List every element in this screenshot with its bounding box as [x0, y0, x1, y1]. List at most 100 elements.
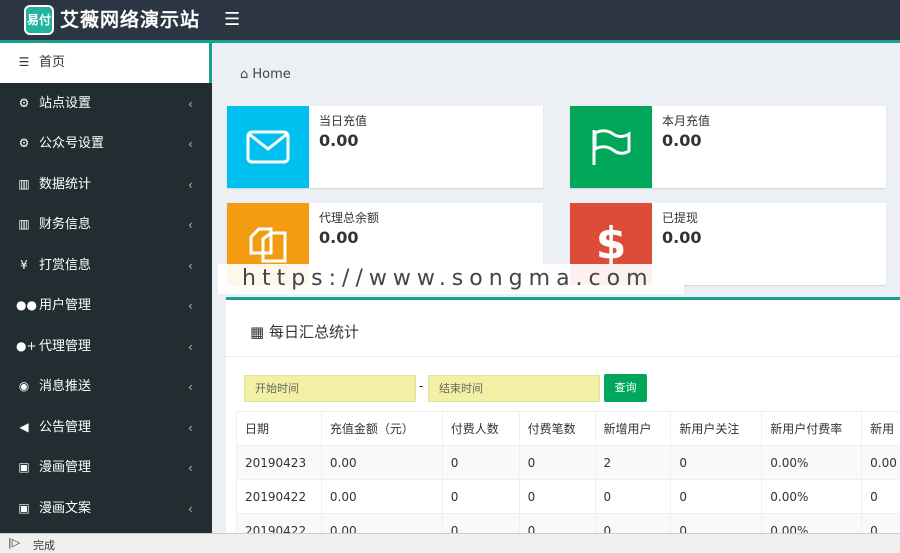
status-text: 完成: [33, 539, 55, 552]
table-header-row: 日期 充值金额（元） 付费人数 付费笔数 新增用户 新用户关注 新用户付费率 新…: [236, 411, 900, 446]
sidebar-item-wechat-settings[interactable]: ⚙ 公众号设置 ‹: [0, 124, 212, 164]
list-icon: ☰: [18, 55, 30, 69]
sidebar-item-site-settings[interactable]: ⚙ 站点设置 ‹: [0, 84, 212, 124]
hamburger-icon[interactable]: ☰: [224, 10, 240, 30]
daily-summary-panel: ▦ 每日汇总统计 开始时间 - 结束时间 查询 日期 充值金额（元） 付费人数 …: [226, 297, 900, 548]
column-header[interactable]: 日期: [236, 411, 322, 446]
breadcrumb: ⌂ Home: [240, 67, 291, 82]
column-header[interactable]: 付费笔数: [518, 411, 596, 446]
table-cell: 0.00: [861, 445, 900, 480]
sidebar-item-messages[interactable]: ◉ 消息推送 ‹: [0, 367, 212, 407]
table-cell: 0.00%: [761, 445, 863, 480]
sidebar-item-label: 打赏信息: [39, 258, 92, 273]
watermark: https://www.songma.com: [218, 264, 684, 294]
chevron-left-icon: ‹: [188, 178, 193, 192]
table-cell: 0: [861, 479, 900, 514]
envelope-icon: [227, 106, 309, 188]
table-cell: 0: [518, 479, 596, 514]
start-date-input[interactable]: 开始时间: [244, 375, 416, 402]
stat-value: 0.00: [662, 228, 702, 247]
sidebar-item-comics[interactable]: ▣ 漫画管理 ‹: [0, 448, 212, 488]
bar-chart-icon: ▥: [18, 177, 30, 191]
column-header[interactable]: 新用户关注: [670, 411, 763, 446]
stat-label: 代理总余额: [319, 211, 380, 225]
sidebar-item-comic-copy[interactable]: ▣ 漫画文案 ‹: [0, 489, 212, 529]
query-button[interactable]: 查询: [604, 374, 647, 402]
table-cell: 20190423: [236, 445, 322, 480]
chevron-left-icon: ‹: [188, 461, 193, 475]
stat-card-today-recharge: 当日充值 0.00: [227, 106, 543, 188]
flag-icon: [570, 106, 652, 188]
chevron-left-icon: ‹: [188, 502, 193, 516]
column-header[interactable]: 新用: [861, 411, 900, 446]
sidebar-item-tips[interactable]: ¥ 打赏信息 ‹: [0, 246, 212, 286]
panel-title: ▦ 每日汇总统计: [250, 321, 359, 342]
stat-value: 0.00: [319, 131, 359, 150]
home-icon: ⌂: [240, 67, 249, 82]
table-row: 20190422 0.00 0 0 0 0 0.00% 0: [236, 479, 900, 514]
table-row: 20190423 0.00 0 0 2 0 0.00% 0.00: [236, 445, 900, 480]
panel-title-text: 每日汇总统计: [268, 323, 359, 341]
table-cell: 0: [670, 479, 763, 514]
breadcrumb-home[interactable]: Home: [252, 67, 290, 82]
sidebar-item-label: 用户管理: [39, 298, 92, 313]
daily-stats-table: 日期 充值金额（元） 付费人数 付费笔数 新增用户 新用户关注 新用户付费率 新…: [236, 411, 900, 548]
main-content: ⌂ Home 当日充值 0.00 本月充值 0.00 代理总余额 0.00 $ …: [212, 43, 900, 548]
sidebar-item-label: 首页: [39, 55, 66, 70]
table-cell: 0.00%: [761, 479, 863, 514]
chevron-left-icon: ‹: [188, 137, 193, 151]
end-date-input[interactable]: 结束时间: [428, 375, 600, 402]
image-icon: ▣: [18, 501, 30, 515]
table-cell: 0.00: [320, 445, 443, 480]
divider: [226, 356, 900, 357]
column-header[interactable]: 充值金额（元）: [320, 411, 443, 446]
column-header[interactable]: 新增用户: [594, 411, 672, 446]
sidebar-item-label: 财务信息: [39, 217, 92, 232]
top-navbar: 易付 艾薇网络演示站 ☰: [0, 0, 900, 43]
site-logo[interactable]: 易付: [24, 5, 54, 35]
chevron-left-icon: ‹: [188, 259, 193, 273]
chevron-left-icon: ‹: [188, 97, 193, 111]
sidebar-item-label: 漫画管理: [39, 460, 92, 475]
stat-label: 已提现: [662, 211, 699, 225]
yen-icon: ¥: [20, 258, 28, 272]
sidebar-item-label: 数据统计: [39, 177, 92, 192]
sidebar: ☰ 首页 ⚙ 站点设置 ‹ ⚙ 公众号设置 ‹ ▥ 数据统计 ‹ ▥ 财务信息 …: [0, 43, 212, 533]
table-cell: 0.00: [320, 479, 443, 514]
chevron-left-icon: ‹: [188, 340, 193, 354]
sidebar-item-home[interactable]: ☰ 首页: [0, 43, 212, 83]
chevron-left-icon: ‹: [188, 299, 193, 313]
sidebar-item-users[interactable]: ●● 用户管理 ‹: [0, 286, 212, 326]
sidebar-item-announcements[interactable]: ◀ 公告管理 ‹: [0, 408, 212, 448]
sidebar-item-data-stats[interactable]: ▥ 数据统计 ‹: [0, 165, 212, 205]
bar-chart-icon: ▥: [18, 217, 30, 231]
comment-icon: ◉: [18, 379, 30, 393]
sidebar-item-label: 漫画文案: [39, 501, 92, 516]
column-header[interactable]: 付费人数: [441, 411, 520, 446]
gears-icon: ⚙: [18, 136, 30, 150]
image-icon: ▣: [18, 460, 30, 474]
gear-icon: ⚙: [18, 96, 30, 110]
table-cell: 0: [441, 445, 520, 480]
stat-value: 0.00: [662, 131, 702, 150]
chevron-left-icon: ‹: [188, 218, 193, 232]
bullhorn-icon: ◀: [19, 420, 29, 434]
table-cell: 0: [594, 479, 672, 514]
stat-value: 0.00: [319, 228, 359, 247]
table-cell: 0: [518, 445, 596, 480]
sidebar-item-label: 公告管理: [39, 420, 92, 435]
user-plus-icon: ●+: [16, 339, 37, 353]
chevron-left-icon: ‹: [188, 380, 193, 394]
column-header[interactable]: 新用户付费率: [761, 411, 863, 446]
table-cell: 2: [594, 445, 672, 480]
sidebar-item-label: 站点设置: [39, 96, 92, 111]
sidebar-item-finance[interactable]: ▥ 财务信息 ‹: [0, 205, 212, 245]
site-title[interactable]: 艾薇网络演示站: [60, 6, 200, 34]
sidebar-item-label: 公众号设置: [39, 136, 105, 151]
sidebar-item-label: 消息推送: [39, 379, 92, 394]
sidebar-item-agents[interactable]: ●+ 代理管理 ‹: [0, 327, 212, 367]
page-status-icon: |▷: [8, 536, 21, 549]
stat-label: 本月充值: [662, 114, 711, 128]
calendar-icon: ▦: [250, 323, 265, 341]
date-separator: -: [419, 379, 424, 393]
